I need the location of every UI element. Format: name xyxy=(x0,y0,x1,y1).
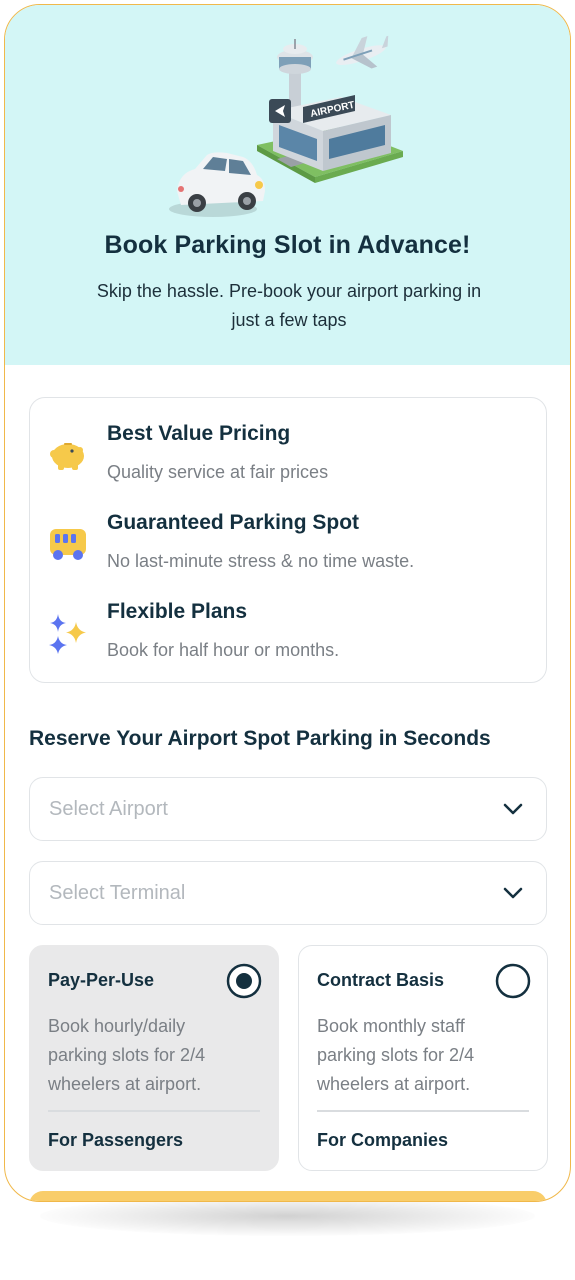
feature-title: Best Value Pricing xyxy=(107,422,291,445)
select-airport-placeholder: Select Airport xyxy=(49,798,168,820)
car-and-airport-illustration: AIRPORT xyxy=(169,35,403,217)
feature-title: Flexible Plans xyxy=(107,600,248,623)
reserve-section-title: Reserve Your Airport Spot Parking in Sec… xyxy=(29,727,491,750)
feature-title: Guaranteed Parking Spot xyxy=(107,511,360,534)
radio-unselected-icon[interactable] xyxy=(495,963,531,999)
feature-item-flexible-plans: Flexible Plans Book for half hour or mon… xyxy=(30,576,546,660)
select-terminal-placeholder: Select Terminal xyxy=(49,882,186,904)
chevron-down-icon xyxy=(503,887,523,899)
piggy-bank-icon xyxy=(50,443,84,470)
feature-description: Quality service at fair prices xyxy=(107,462,329,482)
hero-subtitle: Skip the hassle. Pre-book your airport p… xyxy=(96,281,482,330)
sparkle-icon xyxy=(49,614,86,654)
plan-audience: For Passengers xyxy=(48,1130,184,1150)
hero-title: Book Parking Slot in Advance! xyxy=(104,231,471,259)
radio-selected-icon[interactable] xyxy=(226,963,262,999)
chevron-down-icon xyxy=(503,803,523,815)
feature-description: Book for half hour or months. xyxy=(107,640,340,660)
plan-description: Book monthly staff parking slots for 2/4… xyxy=(317,1016,475,1094)
app-screen: AIRPORT Book Parking Slot in Advance! Sk… xyxy=(4,4,571,1202)
plan-option-pay-per-use[interactable]: Pay-Per-Use Book hourly/daily parking sl… xyxy=(29,945,279,1171)
select-terminal-dropdown[interactable]: Select Terminal xyxy=(29,861,547,925)
feature-item-best-value-pricing: Best Value Pricing Quality service at fa… xyxy=(30,398,546,482)
hero-banner: AIRPORT Book Parking Slot in Advance! Sk… xyxy=(5,5,570,365)
feature-item-guaranteed-parking-spot: Guaranteed Parking Spot No last-minute s… xyxy=(30,487,546,571)
feature-description: No last-minute stress & no time waste. xyxy=(107,551,415,571)
plan-title: Pay-Per-Use xyxy=(48,970,155,990)
plan-title: Contract Basis xyxy=(317,970,445,990)
plan-divider xyxy=(317,1110,529,1112)
features-card: Best Value Pricing Quality service at fa… xyxy=(29,397,547,683)
plan-audience: For Companies xyxy=(317,1130,449,1150)
plan-description: Book hourly/daily parking slots for 2/4 … xyxy=(48,1016,206,1094)
plan-option-contract-basis[interactable]: Contract Basis Book monthly staff parkin… xyxy=(298,945,548,1171)
plan-divider xyxy=(48,1110,260,1112)
bus-icon xyxy=(50,529,86,560)
continue-button-partial[interactable] xyxy=(29,1191,547,1201)
select-airport-dropdown[interactable]: Select Airport xyxy=(29,777,547,841)
device-shadow xyxy=(40,1196,535,1236)
